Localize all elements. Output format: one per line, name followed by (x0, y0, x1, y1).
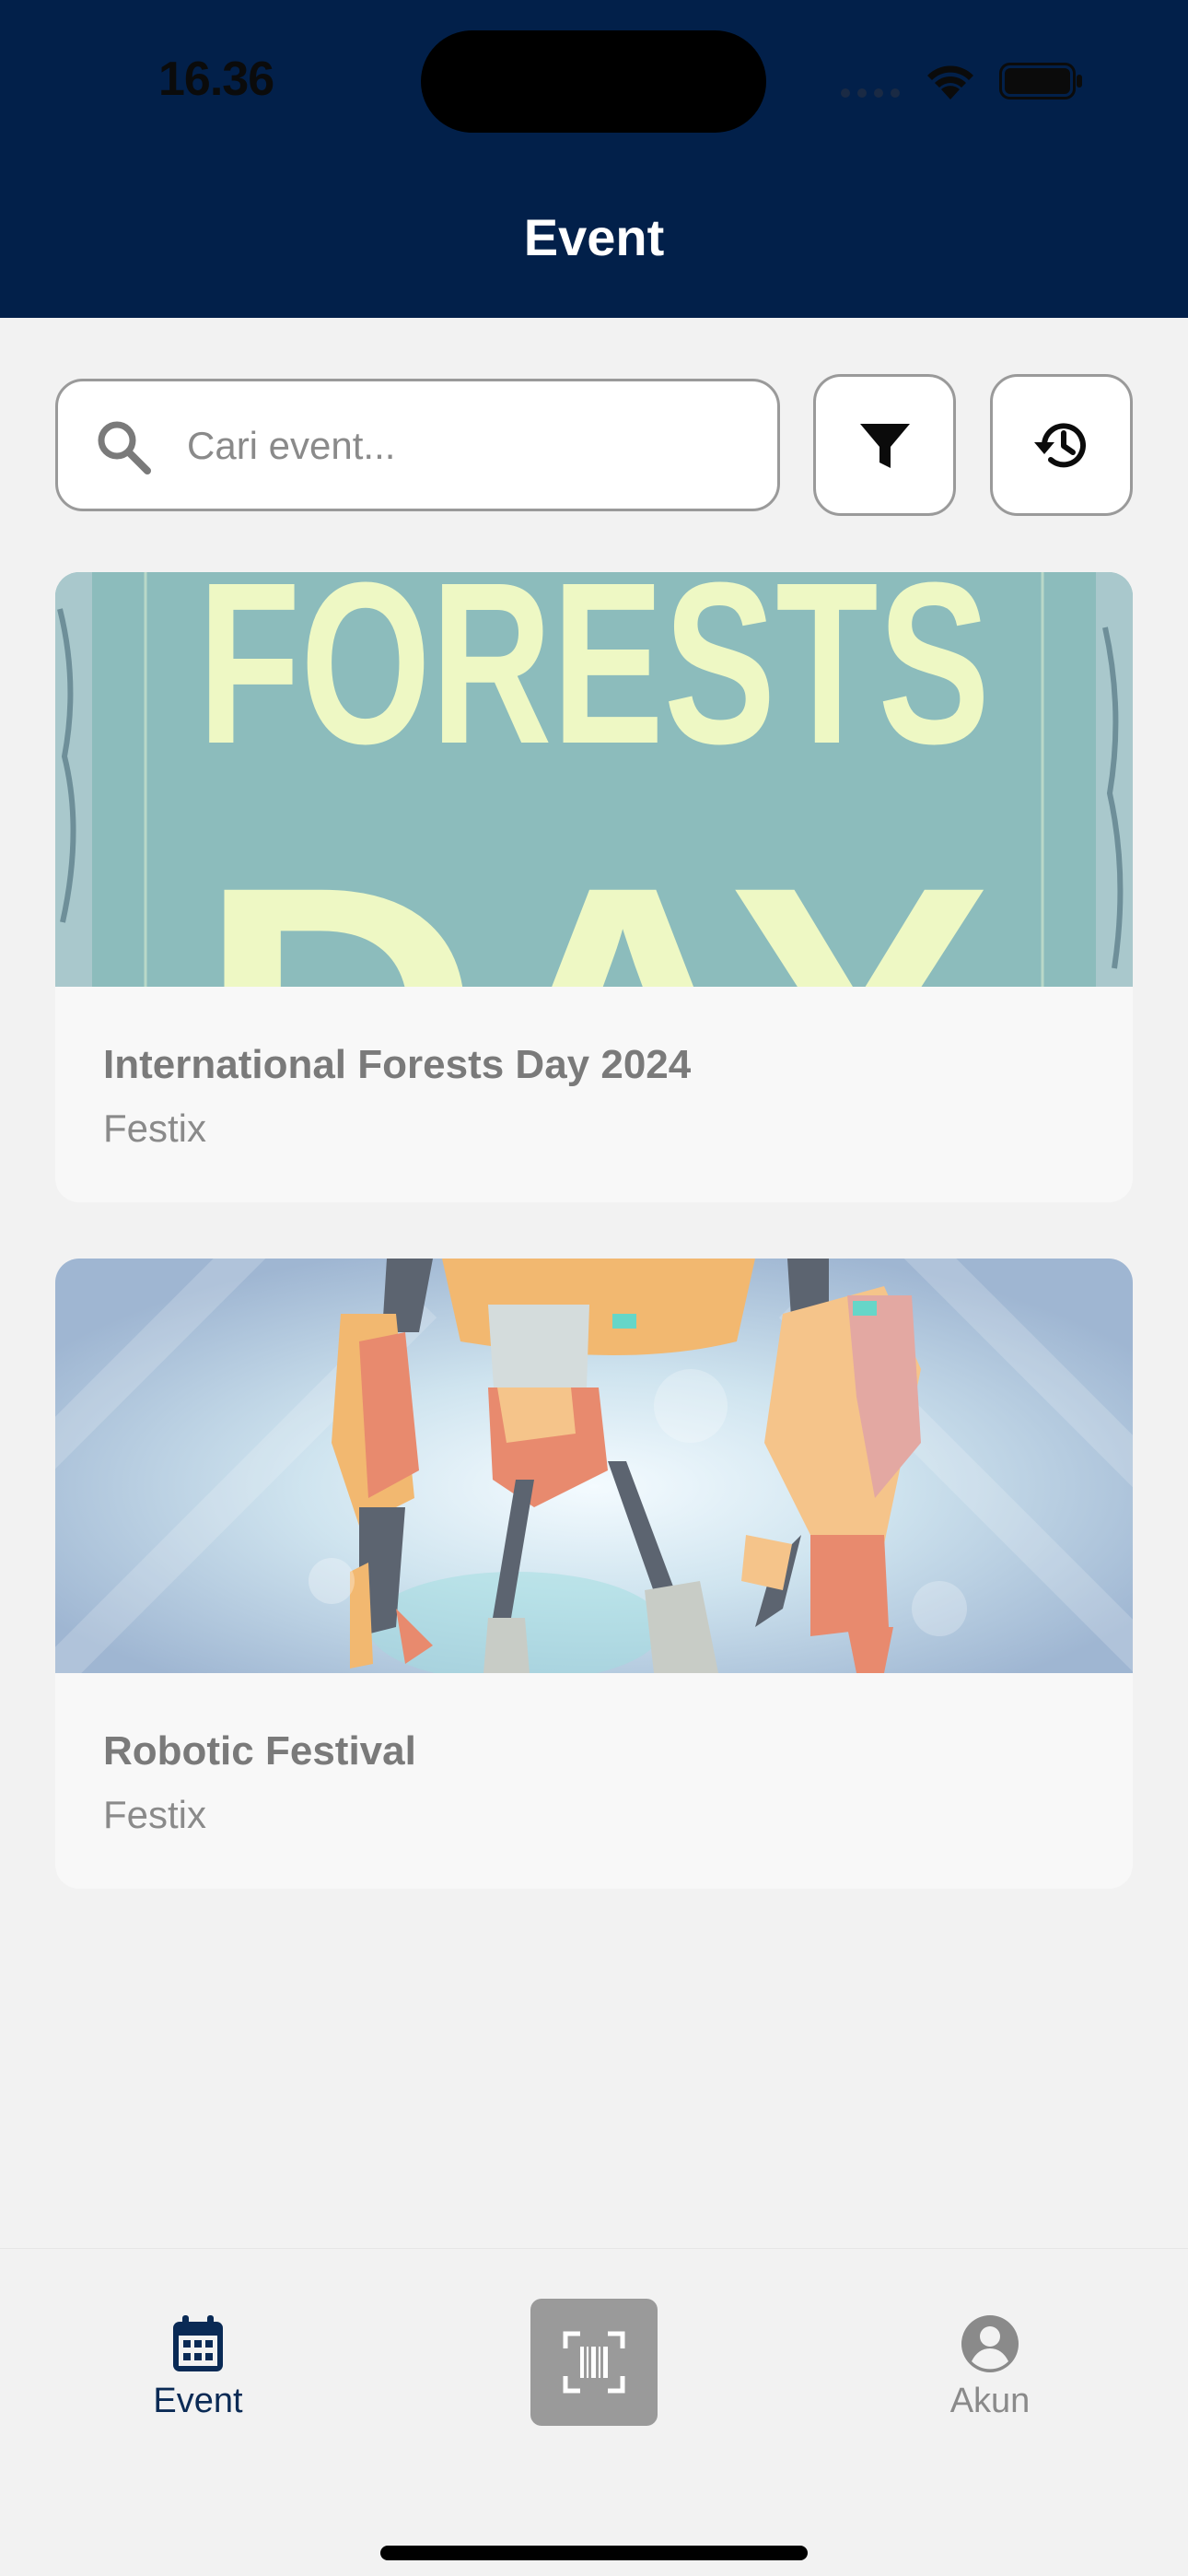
search-field[interactable] (55, 379, 780, 511)
history-icon (1033, 423, 1086, 468)
event-banner-image: FORESTS DAY (55, 572, 1133, 987)
search-icon (98, 421, 151, 474)
battery-icon (999, 63, 1082, 100)
event-title: Robotic Festival (103, 1728, 416, 1774)
event-card[interactable]: FORESTS DAY International Forests Day 20… (55, 572, 1133, 1202)
wifi-icon (927, 65, 973, 100)
event-organizer: Festix (103, 1793, 207, 1836)
banner-text-line-1: FORESTS (198, 572, 990, 791)
filter-button[interactable] (813, 374, 956, 516)
app-header: 16.36 Event (0, 0, 1188, 318)
event-card[interactable]: Robotic Festival Festix (55, 1259, 1133, 1889)
nav-item-label: Event (153, 2382, 243, 2420)
filter-icon (859, 424, 910, 468)
event-organizer: Festix (103, 1107, 207, 1150)
search-input[interactable] (187, 409, 740, 483)
bottom-navigation: Event Akun (0, 2248, 1188, 2576)
history-button[interactable] (990, 374, 1133, 516)
event-title: International Forests Day 2024 (103, 1042, 692, 1087)
nav-item-akun[interactable]: Akun (889, 2313, 1091, 2421)
nav-item-event[interactable]: Event (97, 2313, 299, 2421)
dynamic-island (421, 30, 766, 133)
scan-barcode-button[interactable] (530, 2299, 658, 2426)
banner-text-line-2: DAY (198, 810, 990, 987)
page-title: Event (523, 208, 665, 266)
calendar-icon (173, 2315, 223, 2371)
event-banner-image (55, 1259, 1133, 1673)
barcode-scan-icon (563, 2331, 625, 2394)
account-icon (961, 2315, 1019, 2372)
home-indicator (380, 2546, 808, 2560)
nav-item-label: Akun (949, 2382, 1031, 2420)
status-time: 16.36 (158, 53, 274, 106)
cellular-signal-icon (841, 86, 907, 102)
